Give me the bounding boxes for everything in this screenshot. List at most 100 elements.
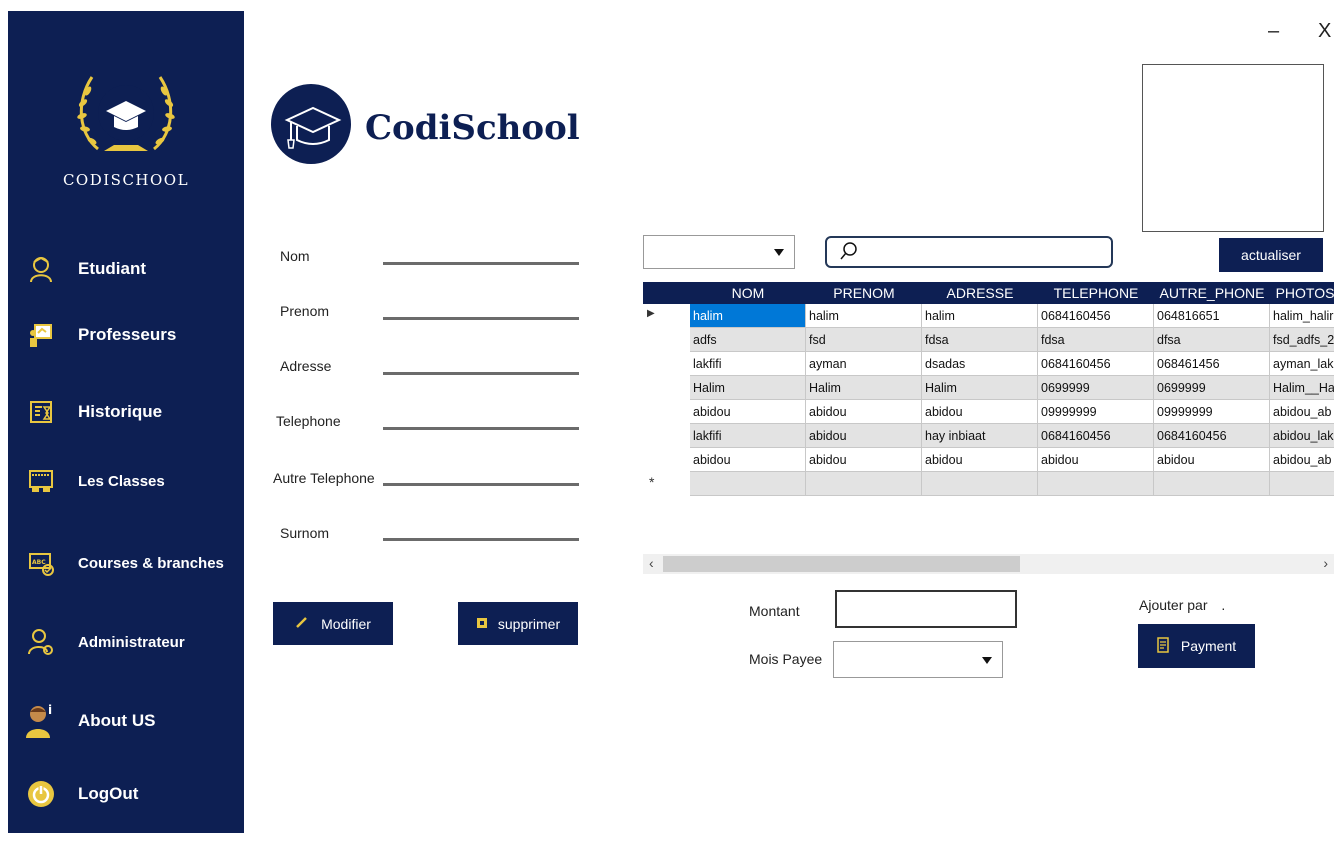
table-row[interactable]: abidou abidou abidou abidou abidou abido… bbox=[643, 448, 1334, 472]
row-selector[interactable]: ▶ bbox=[643, 304, 690, 328]
row-selector[interactable] bbox=[643, 376, 690, 400]
close-button[interactable]: X bbox=[1318, 20, 1331, 43]
table-cell[interactable]: abidou_ab bbox=[1270, 448, 1334, 472]
montant-input[interactable] bbox=[835, 590, 1017, 628]
table-cell[interactable]: abidou bbox=[806, 424, 922, 448]
sidebar-item-les-classes[interactable]: Les Classes bbox=[26, 463, 165, 499]
table-row[interactable]: adfs fsd fdsa fdsa dfsa fsd_adfs_2 bbox=[643, 328, 1334, 352]
column-header-nom[interactable]: NOM bbox=[690, 282, 806, 304]
scroll-left-icon[interactable]: ‹ bbox=[649, 555, 654, 571]
table-cell[interactable]: 0699999 bbox=[1038, 376, 1154, 400]
table-cell[interactable]: Halim bbox=[922, 376, 1038, 400]
refresh-button[interactable]: actualiser bbox=[1219, 238, 1323, 272]
minimize-button[interactable]: – bbox=[1268, 20, 1279, 43]
table-cell[interactable]: hay inbiaat bbox=[922, 424, 1038, 448]
column-header-autre-phone[interactable]: AUTRE_PHONE bbox=[1154, 282, 1270, 304]
filter-dropdown[interactable] bbox=[643, 235, 795, 269]
table-cell[interactable]: ayman_lak bbox=[1270, 352, 1334, 376]
table-row[interactable]: abidou abidou abidou 09999999 09999999 a… bbox=[643, 400, 1334, 424]
table-cell[interactable]: abidou bbox=[1154, 448, 1270, 472]
table-cell[interactable]: fsd_adfs_2 bbox=[1270, 328, 1334, 352]
table-cell[interactable]: abidou bbox=[690, 448, 806, 472]
table-cell[interactable]: Halim__Ha bbox=[1270, 376, 1334, 400]
payment-button[interactable]: Payment bbox=[1138, 624, 1255, 668]
table-cell[interactable]: 068461456 bbox=[1154, 352, 1270, 376]
sidebar-item-about-us[interactable]: i About US bbox=[26, 703, 155, 739]
scrollbar-thumb[interactable] bbox=[663, 556, 1020, 572]
table-row[interactable]: Halim Halim Halim 0699999 0699999 Halim_… bbox=[643, 376, 1334, 400]
table-cell[interactable]: dfsa bbox=[1154, 328, 1270, 352]
table-cell[interactable]: halim bbox=[922, 304, 1038, 328]
table-row[interactable]: ▶ halim halim halim 0684160456 064816651… bbox=[643, 304, 1334, 328]
row-selector[interactable]: * bbox=[643, 472, 690, 496]
delete-button[interactable]: supprimer bbox=[458, 602, 578, 645]
sidebar-item-administrateur[interactable]: Administrateur bbox=[26, 624, 185, 660]
table-cell[interactable]: abidou bbox=[806, 448, 922, 472]
table-cell[interactable]: halim bbox=[806, 304, 922, 328]
table-cell[interactable]: abidou bbox=[1038, 448, 1154, 472]
telephone-field[interactable] bbox=[383, 427, 579, 430]
table-cell[interactable]: 0684160456 bbox=[1038, 424, 1154, 448]
table-cell[interactable]: lakfifi bbox=[690, 424, 806, 448]
table-cell[interactable]: abidou bbox=[806, 400, 922, 424]
scroll-right-icon[interactable]: › bbox=[1323, 555, 1328, 571]
table-cell[interactable]: 0699999 bbox=[1154, 376, 1270, 400]
table-cell[interactable]: adfs bbox=[690, 328, 806, 352]
search-input[interactable] bbox=[825, 236, 1113, 268]
table-cell[interactable]: lakfifi bbox=[690, 352, 806, 376]
sidebar-item-professeurs[interactable]: Professeurs bbox=[26, 317, 176, 353]
table-cell[interactable] bbox=[806, 472, 922, 496]
table-cell[interactable]: 09999999 bbox=[1154, 400, 1270, 424]
table-cell[interactable]: fdsa bbox=[1038, 328, 1154, 352]
table-cell[interactable]: abidou bbox=[690, 400, 806, 424]
table-cell[interactable] bbox=[922, 472, 1038, 496]
horizontal-scrollbar[interactable]: ‹ › bbox=[643, 554, 1334, 574]
column-header-prenom[interactable]: PRENOM bbox=[806, 282, 922, 304]
table-cell[interactable]: abidou bbox=[922, 400, 1038, 424]
nom-field[interactable] bbox=[383, 262, 579, 265]
table-cell[interactable]: ayman bbox=[806, 352, 922, 376]
table-cell[interactable]: Halim bbox=[806, 376, 922, 400]
row-selector[interactable] bbox=[643, 448, 690, 472]
table-cell[interactable] bbox=[1038, 472, 1154, 496]
column-header-telephone[interactable]: TELEPHONE bbox=[1038, 282, 1154, 304]
table-row[interactable]: lakfifi abidou hay inbiaat 0684160456 06… bbox=[643, 424, 1334, 448]
autre-telephone-field[interactable] bbox=[383, 483, 579, 486]
table-cell[interactable]: Halim bbox=[690, 376, 806, 400]
table-cell[interactable]: fdsa bbox=[922, 328, 1038, 352]
table-cell[interactable] bbox=[690, 472, 806, 496]
table-cell[interactable] bbox=[1270, 472, 1334, 496]
mois-payee-dropdown[interactable] bbox=[833, 641, 1003, 678]
table-cell[interactable]: 0684160456 bbox=[1038, 304, 1154, 328]
row-selector[interactable] bbox=[643, 400, 690, 424]
new-table-row[interactable]: * bbox=[643, 472, 1334, 496]
table-row[interactable]: lakfifi ayman dsadas 0684160456 06846145… bbox=[643, 352, 1334, 376]
table-cell[interactable]: 064816651 bbox=[1154, 304, 1270, 328]
prenom-field[interactable] bbox=[383, 317, 579, 320]
table-cell[interactable]: halim_halir bbox=[1270, 304, 1334, 328]
table-cell[interactable]: halim bbox=[690, 304, 806, 328]
table-cell[interactable]: 09999999 bbox=[1038, 400, 1154, 424]
row-selector[interactable] bbox=[643, 328, 690, 352]
table-cell[interactable]: abidou_ab bbox=[1270, 400, 1334, 424]
table-cell[interactable]: abidou_lak bbox=[1270, 424, 1334, 448]
sidebar-item-courses-branches[interactable]: ABC Courses & branches bbox=[26, 545, 224, 581]
surnom-field[interactable] bbox=[383, 538, 579, 541]
sidebar-item-historique[interactable]: Historique bbox=[26, 394, 162, 430]
delete-icon bbox=[476, 616, 488, 632]
courses-icon: ABC bbox=[26, 548, 56, 578]
sidebar-item-logout[interactable]: LogOut bbox=[26, 776, 138, 812]
row-selector[interactable] bbox=[643, 424, 690, 448]
column-header-photos[interactable]: PHOTOS bbox=[1270, 282, 1334, 304]
table-cell[interactable]: fsd bbox=[806, 328, 922, 352]
column-header-adresse[interactable]: ADRESSE bbox=[922, 282, 1038, 304]
sidebar-item-etudiant[interactable]: Etudiant bbox=[26, 251, 146, 287]
table-cell[interactable]: 0684160456 bbox=[1154, 424, 1270, 448]
row-selector[interactable] bbox=[643, 352, 690, 376]
table-cell[interactable]: dsadas bbox=[922, 352, 1038, 376]
table-cell[interactable]: abidou bbox=[922, 448, 1038, 472]
adresse-field[interactable] bbox=[383, 372, 579, 375]
table-cell[interactable]: 0684160456 bbox=[1038, 352, 1154, 376]
modify-button[interactable]: Modifier bbox=[273, 602, 393, 645]
table-cell[interactable] bbox=[1154, 472, 1270, 496]
